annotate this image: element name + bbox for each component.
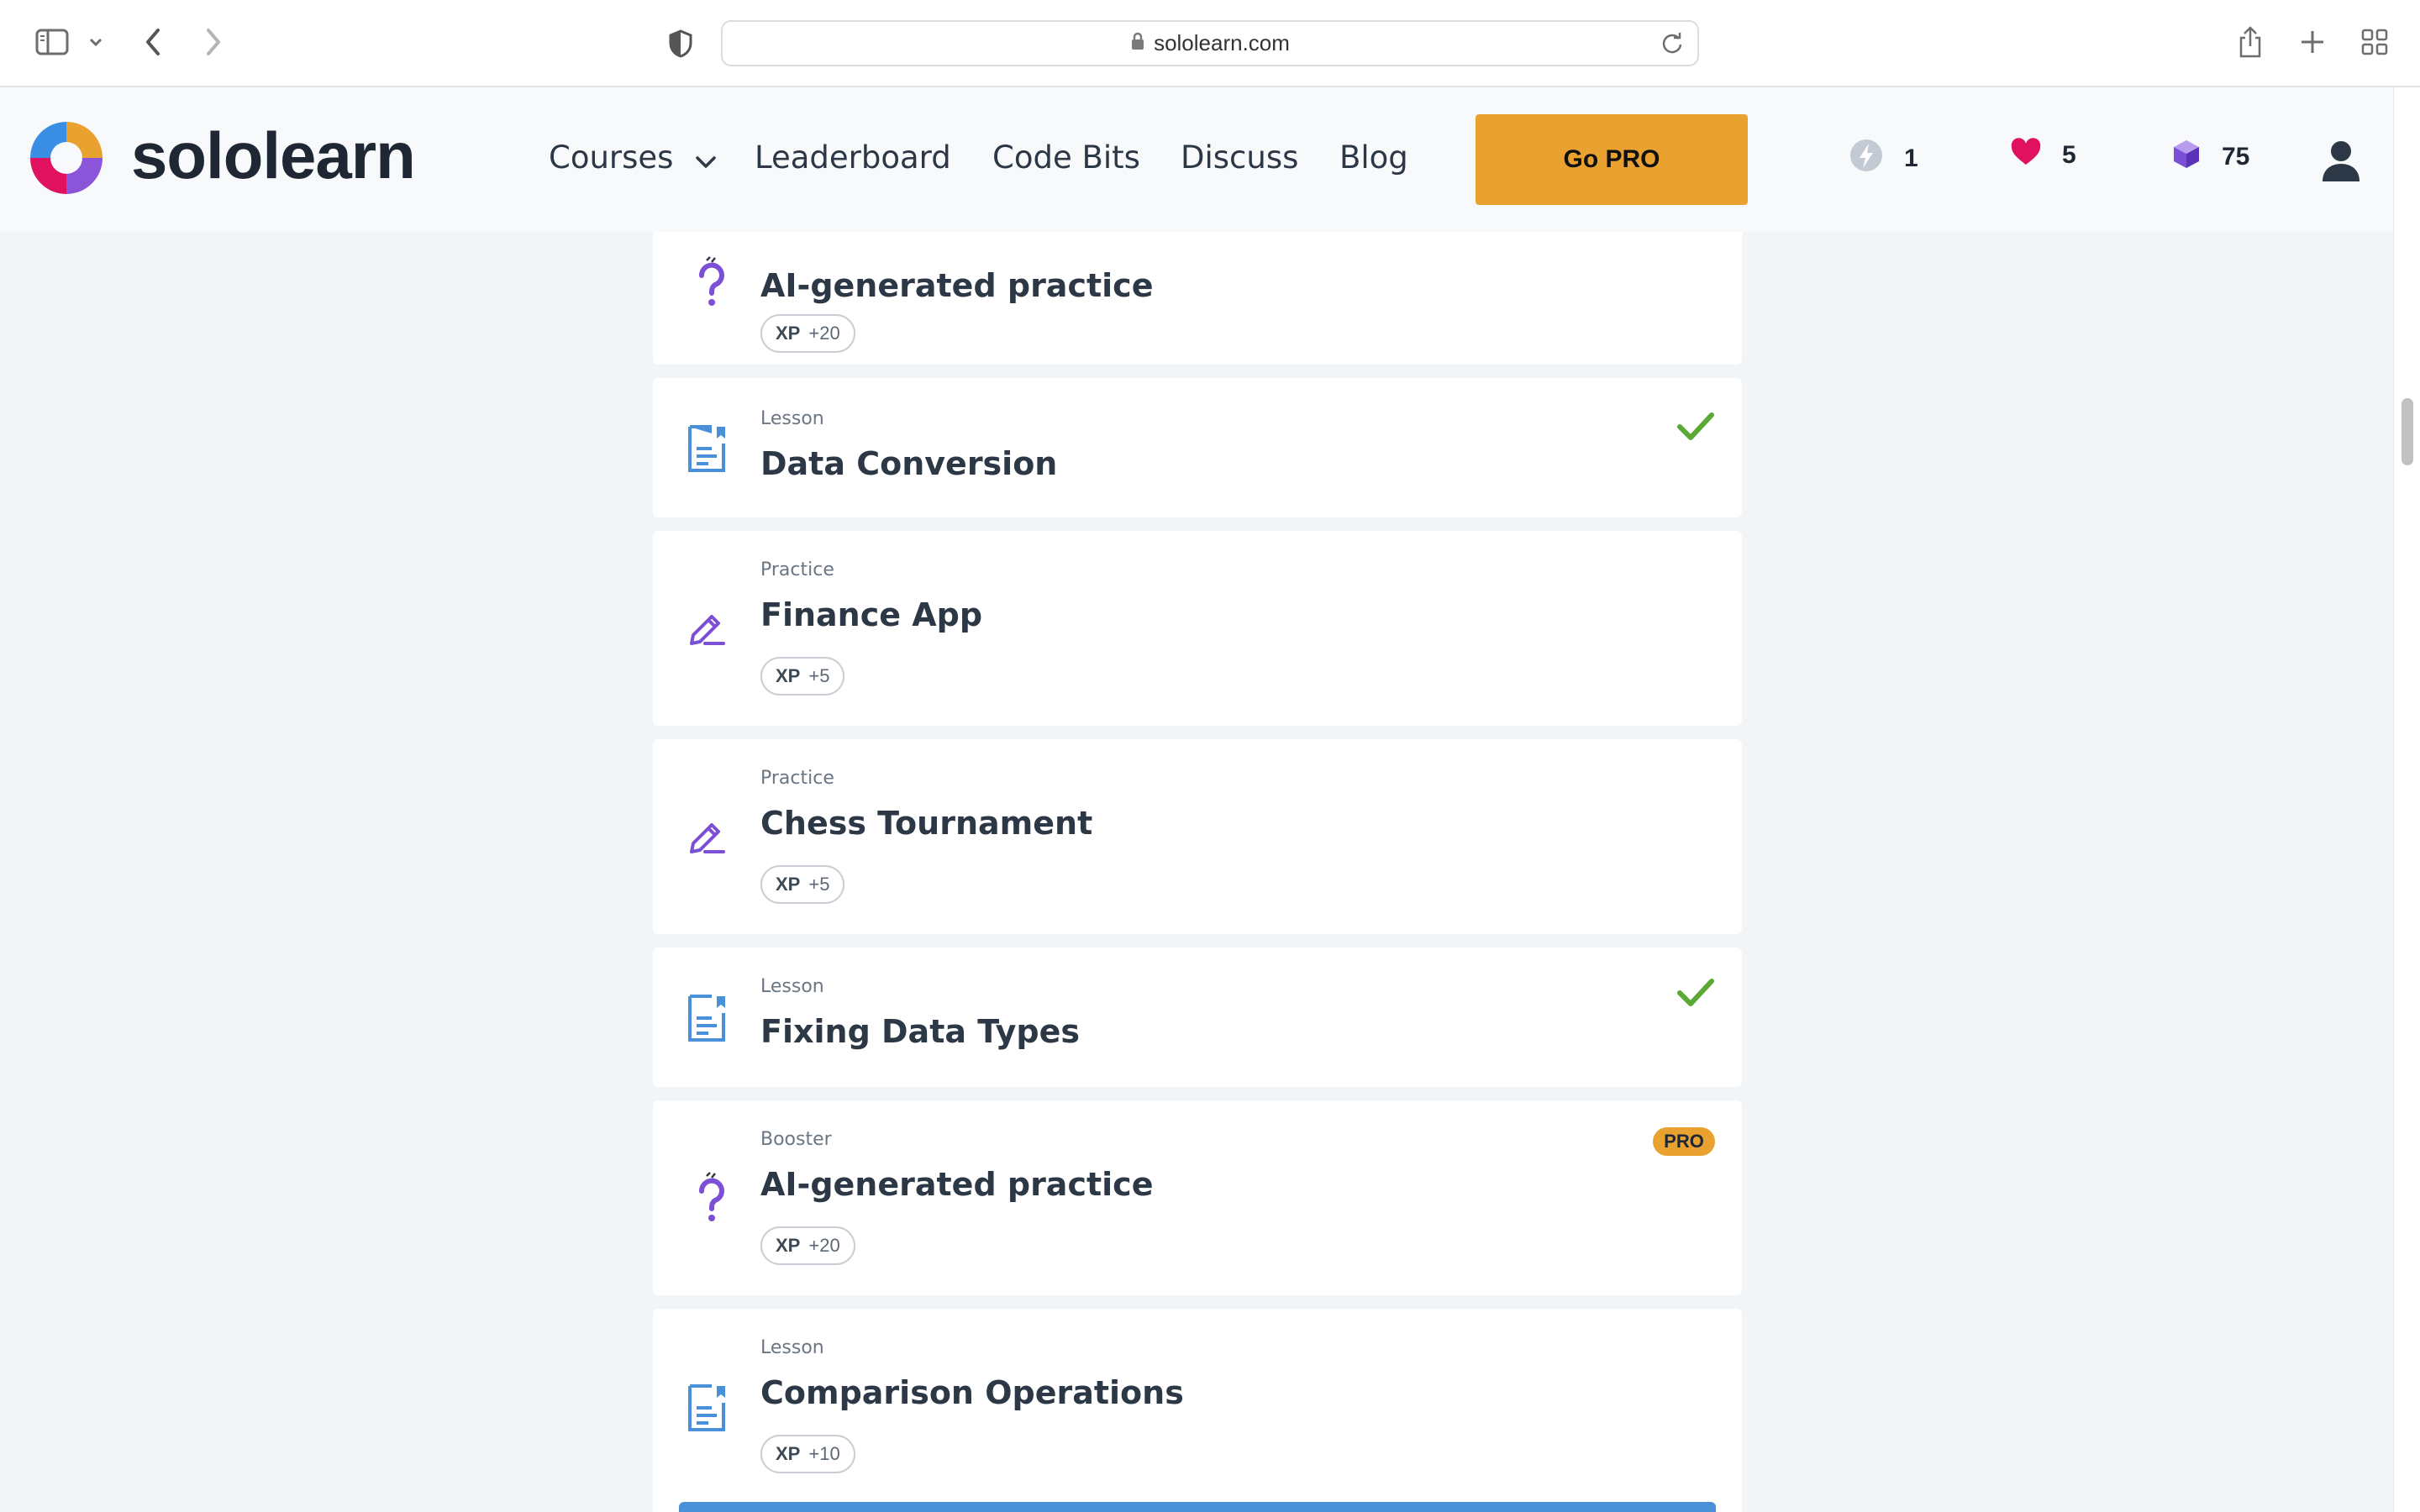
practice-pencil-icon <box>687 815 737 865</box>
xp-badge: XP +5 <box>760 865 845 904</box>
lesson-document-icon <box>687 1383 737 1433</box>
lesson-card-chess-tournament[interactable]: Practice Chess Tournament XP +5 <box>653 739 1742 934</box>
xp-label: XP <box>776 665 801 686</box>
lock-icon <box>1130 32 1145 55</box>
address-bar[interactable]: sololearn.com <box>721 20 1699 66</box>
gems-counter[interactable]: 75 <box>2171 138 2249 176</box>
page-scrollbar[interactable] <box>2393 87 2420 1512</box>
nav-code-bits[interactable]: Code Bits <box>992 139 1140 176</box>
forward-icon[interactable] <box>198 25 229 59</box>
gems-count: 75 <box>2222 143 2250 171</box>
xp-label: XP <box>776 1443 801 1464</box>
pro-badge: PRO <box>1653 1127 1715 1156</box>
continue-button[interactable] <box>679 1502 1716 1512</box>
lesson-type: Practice <box>760 768 834 789</box>
user-avatar-icon[interactable] <box>2321 139 2361 183</box>
completed-check-icon <box>1676 410 1715 444</box>
streak-count: 1 <box>1904 144 1918 172</box>
xp-value: +20 <box>808 323 840 344</box>
privacy-shield-icon[interactable] <box>664 27 697 60</box>
nav-leaderboard[interactable]: Leaderboard <box>755 139 951 176</box>
url-text: sololearn.com <box>1154 30 1290 55</box>
xp-badge: XP +5 <box>760 657 845 696</box>
nav-courses-label: Courses <box>549 139 674 176</box>
lesson-title: Fixing Data Types <box>760 1013 1080 1050</box>
xp-value: +5 <box>808 874 830 895</box>
lesson-card-comparison-operations[interactable]: Lesson Comparison Operations XP +10 <box>653 1309 1742 1512</box>
lesson-list: AI-generated practice XP +20 Lesson Data… <box>0 232 2393 1512</box>
lesson-title: Chess Tournament <box>760 805 1093 842</box>
sololearn-logo-icon[interactable] <box>25 117 108 199</box>
xp-value: +10 <box>808 1443 840 1464</box>
lesson-title: Data Conversion <box>760 445 1058 482</box>
lesson-title: AI-generated practice <box>760 267 1154 304</box>
scrollbar-thumb[interactable] <box>2402 398 2413 465</box>
lesson-title: AI-generated practice <box>760 1166 1154 1203</box>
go-pro-button[interactable]: Go PRO <box>1476 114 1748 205</box>
reload-icon[interactable] <box>1659 30 1686 57</box>
nav-courses[interactable]: Courses <box>549 139 717 177</box>
xp-label: XP <box>776 1235 801 1256</box>
xp-label: XP <box>776 874 801 895</box>
chevron-down-icon[interactable] <box>84 32 108 52</box>
practice-pencil-icon <box>687 606 737 657</box>
gem-cube-icon <box>2171 138 2202 176</box>
xp-value: +5 <box>808 665 830 686</box>
hearts-count: 5 <box>2062 141 2076 169</box>
streak-counter[interactable]: 1 <box>1849 138 1918 180</box>
share-icon[interactable] <box>2233 24 2267 60</box>
xp-badge: XP +20 <box>760 1226 855 1265</box>
site-header: sololearn Courses Leaderboard Code Bits … <box>0 87 2393 232</box>
lesson-type: Lesson <box>760 976 824 997</box>
lesson-document-icon <box>687 993 737 1043</box>
lesson-title: Finance App <box>760 596 983 633</box>
back-icon[interactable] <box>138 25 168 59</box>
ai-question-icon <box>687 1169 737 1221</box>
lesson-card-finance-app[interactable]: Practice Finance App XP +5 <box>653 531 1742 726</box>
browser-toolbar: sololearn.com <box>0 0 2420 87</box>
lesson-type: Booster <box>760 1129 832 1150</box>
lesson-card-booster-ai-practice[interactable]: Booster AI-generated practice PRO XP +20 <box>653 1100 1742 1295</box>
sidebar-toggle-icon[interactable] <box>32 25 72 59</box>
new-tab-icon[interactable] <box>2296 25 2329 59</box>
tab-overview-icon[interactable] <box>2358 25 2391 59</box>
lesson-card-fixing-data-types[interactable]: Lesson Fixing Data Types <box>653 948 1742 1087</box>
lesson-card-ai-practice[interactable]: AI-generated practice XP +20 <box>653 232 1742 365</box>
heart-icon <box>2010 138 2042 173</box>
lesson-title: Comparison Operations <box>760 1374 1184 1411</box>
lesson-type: Practice <box>760 559 834 580</box>
xp-badge: XP +10 <box>760 1435 855 1473</box>
streak-bolt-icon <box>1849 138 1884 180</box>
lesson-card-data-conversion[interactable]: Lesson Data Conversion <box>653 378 1742 517</box>
xp-label: XP <box>776 323 801 344</box>
nav-blog[interactable]: Blog <box>1339 139 1408 176</box>
lesson-document-icon <box>687 423 737 474</box>
lesson-type: Lesson <box>760 408 824 429</box>
nav-discuss[interactable]: Discuss <box>1181 139 1298 176</box>
completed-check-icon <box>1676 976 1715 1010</box>
chevron-down-icon <box>695 141 717 177</box>
lesson-type: Lesson <box>760 1337 824 1358</box>
hearts-counter[interactable]: 5 <box>2010 138 2076 173</box>
xp-badge: XP +20 <box>760 314 855 353</box>
ai-question-icon <box>687 254 737 306</box>
brand-wordmark[interactable]: sololearn <box>131 118 416 194</box>
xp-value: +20 <box>808 1235 840 1256</box>
